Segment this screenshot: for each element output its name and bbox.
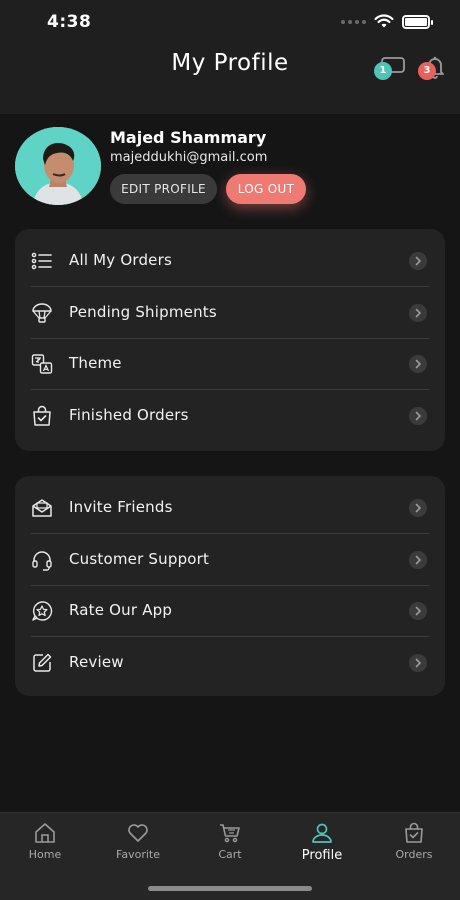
avatar-portrait [15,127,101,205]
tab-profile[interactable]: Profile [282,821,362,869]
menu-item-theme[interactable]: Theme [15,339,445,390]
menu-item-label: Customer Support [69,550,210,568]
tab-label: Home [28,848,62,861]
menu-item-label: Review [69,653,124,671]
support-menu-card: Invite Friends Customer Support Rate Our… [15,476,445,696]
divider [31,533,429,534]
chevron-right-icon [409,407,427,425]
profile-email: majeddukhi@gmail.com [110,150,268,165]
headset-icon [32,551,52,571]
chevron-right-icon [409,602,427,620]
user-icon [312,823,332,843]
star-badge-icon [32,601,53,621]
menu-item-review[interactable]: Review [15,638,445,689]
chevron-right-icon [409,654,427,672]
tab-orders[interactable]: Orders [374,821,454,869]
divider [31,636,429,637]
edit-profile-button[interactable]: EDIT PROFILE [110,174,217,204]
tab-label: Cart [218,848,242,861]
menu-item-label: Finished Orders [69,406,189,424]
orders-bag-icon [405,822,423,843]
notification-badge: 3 [418,62,436,80]
home-icon [35,823,55,843]
menu-item-label: Pending Shipments [69,303,217,321]
profile-summary: Majed Shammary majeddukhi@gmail.com EDIT… [15,127,445,207]
menu-item-all-my-orders[interactable]: All My Orders [15,236,445,287]
menu-item-label: All My Orders [69,251,172,269]
chevron-right-icon [409,551,427,569]
menu-item-pending-shipments[interactable]: Pending Shipments [15,288,445,339]
edit-icon [33,653,52,672]
list-icon [31,252,52,270]
chevron-right-icon [409,252,427,270]
chat-badge: 1 [374,62,392,80]
battery-icon [402,14,433,29]
parachute-icon [32,303,52,323]
translate-icon [31,354,53,374]
orders-menu-card: All My Orders Pending Shipments Theme Fi [15,229,445,451]
menu-item-label: Invite Friends [69,498,173,516]
divider [31,286,429,287]
tab-cart[interactable]: Cart [190,821,270,869]
wifi-icon [374,14,394,28]
chevron-right-icon [409,304,427,322]
divider [31,389,429,390]
tab-label: Favorite [116,848,160,861]
tab-label: Orders [395,848,433,861]
chevron-right-icon [409,355,427,373]
tab-label: Profile [301,848,343,863]
profile-name: Majed Shammary [110,128,267,147]
menu-item-label: Theme [69,354,122,372]
menu-item-label: Rate Our App [69,601,173,619]
heart-icon [128,824,148,842]
avatar[interactable] [15,127,101,205]
chevron-right-icon [409,499,427,517]
menu-item-invite-friends[interactable]: Invite Friends [15,483,445,534]
tab-favorite[interactable]: Favorite [98,821,178,869]
status-indicators [341,14,433,29]
shopping-bag-check-icon [33,405,51,426]
status-time: 4:38 [47,12,92,32]
menu-item-customer-support[interactable]: Customer Support [15,535,445,586]
cart-icon [220,824,240,843]
menu-item-finished-orders[interactable]: Finished Orders [15,391,445,442]
tab-home[interactable]: Home [5,821,85,869]
app-header: 4:38 My Profile 1 3 [0,0,460,114]
cellular-signal-icon [341,19,366,24]
home-indicator[interactable] [148,886,312,891]
envelope-icon [32,499,52,517]
logout-button[interactable]: LOG OUT [226,174,306,204]
menu-item-rate-our-app[interactable]: Rate Our App [15,586,445,637]
